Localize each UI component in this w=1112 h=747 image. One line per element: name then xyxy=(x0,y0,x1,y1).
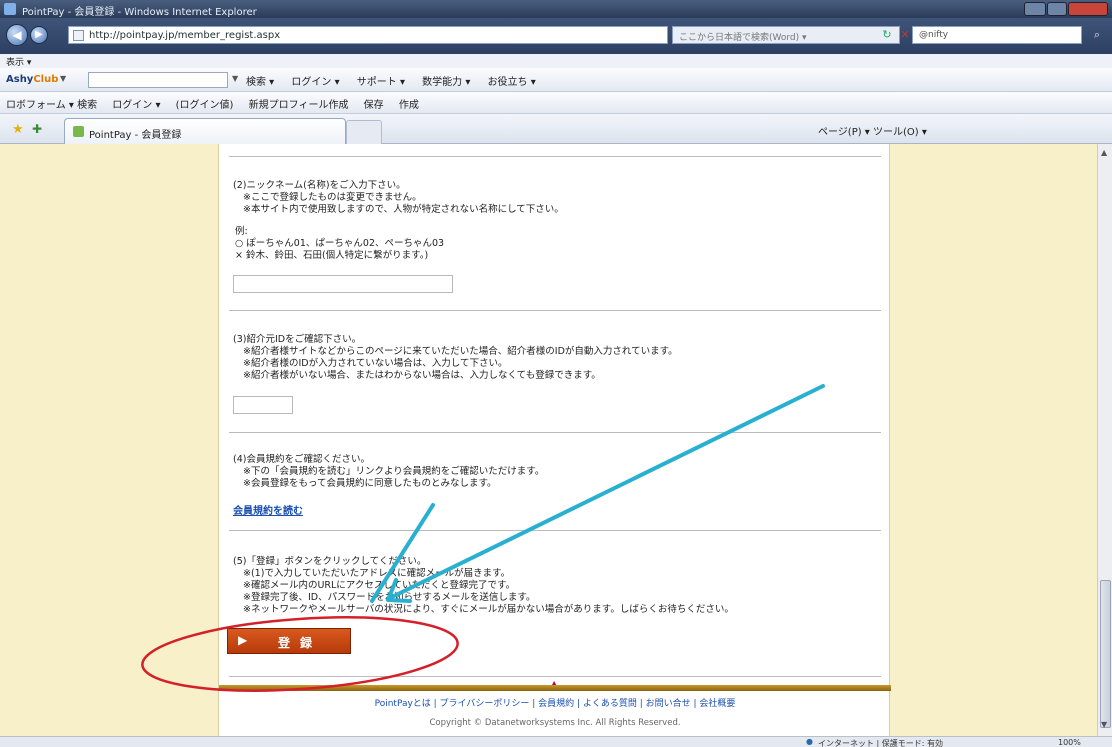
divider xyxy=(229,676,881,677)
footer-bar xyxy=(219,685,891,691)
toolbar2-item[interactable]: ログイン ▾ xyxy=(112,96,160,111)
terms-section: (4)会員規約をご確認ください。 ※下の「会員規約を読む」リンクより会員規約をご… xyxy=(233,454,544,490)
referrer-section: (3)紹介元IDをご確認下さい。 ※紹介者様サイトなどからこのページに来ていただ… xyxy=(233,334,678,382)
section-note: ※下の「会員規約を読む」リンクより会員規約をご確認いただけます。 xyxy=(243,466,545,477)
scroll-down-icon[interactable]: ▼ xyxy=(1101,720,1107,729)
nickname-section: (2)ニックネーム(名称)をご入力下さい。 ※ここで登録したものは変更できません… xyxy=(233,180,564,262)
search-icon[interactable]: ⌕ xyxy=(1086,26,1108,44)
scroll-up-icon[interactable]: ▲ xyxy=(1101,148,1107,157)
page-icon xyxy=(73,30,84,41)
address-bar[interactable]: http://pointpay.jp/member_regist.aspx xyxy=(68,26,668,44)
copyright-text: Copyright © Datanetworksystems Inc. All … xyxy=(429,718,681,728)
section-heading: (5)「登録」ボタンをクリックしてください。 xyxy=(233,556,427,567)
read-terms-link[interactable]: 会員規約を読む xyxy=(233,502,303,517)
ie-icon xyxy=(4,3,16,15)
toolbar2-item[interactable]: 新規プロフィール作成 xyxy=(249,96,349,111)
section-note: ※紹介者様サイトなどからこのページに来ていただいた場合、紹介者様のIDが自動入力… xyxy=(243,346,678,357)
section-note: ※紹介者様がいない場合、またはわからない場合は、入力しなくても登録できます。 xyxy=(243,370,601,381)
divider xyxy=(229,530,881,531)
roboform-toolbar: ロボフォーム ▾ 検索 ログイン ▾ (ログイン値) 新規プロフィール作成 保存… xyxy=(0,92,1112,114)
toolbar2-item[interactable]: 作成 xyxy=(399,96,419,111)
section-note: ※(1)で入力していただいたアドレスに確認メールが届きます。 xyxy=(243,568,511,579)
register-button[interactable]: ▶ 登録 xyxy=(227,628,351,654)
vertical-scrollbar[interactable]: ▲ ▼ xyxy=(1097,144,1112,736)
register-button-label: 登録 xyxy=(278,636,323,650)
section-note: ※紹介者様のIDが入力されていない場合は、入力して下さい。 xyxy=(243,358,508,369)
toolbar2-item[interactable]: (ログイン値) xyxy=(176,96,234,111)
toolbar1-item[interactable]: 検索 ▾ xyxy=(246,73,274,88)
window-title: PointPay - 会員登録 - Windows Internet Explo… xyxy=(22,7,257,18)
toolbar2-item[interactable]: ロボフォーム ▾ 検索 xyxy=(6,96,97,111)
address-row: ◀ ▶ http://pointpay.jp/member_regist.asp… xyxy=(0,18,1112,54)
section-note: ※会員登録をもって会員規約に同意したものとみなします。 xyxy=(243,478,497,489)
section-note: ※ここで登録したものは変更できません。 xyxy=(243,192,422,203)
toolbar2-items: ロボフォーム ▾ 検索 ログイン ▾ (ログイン値) 新規プロフィール作成 保存… xyxy=(6,96,431,111)
forward-button[interactable]: ▶ xyxy=(30,26,48,44)
search-value: @nifty xyxy=(919,30,949,40)
divider xyxy=(229,310,881,311)
tab-label: PointPay - 会員登録 xyxy=(89,130,182,141)
new-tab-button[interactable] xyxy=(346,120,382,144)
toolbar1-item[interactable]: ログイン ▾ xyxy=(291,73,339,88)
stop-icon[interactable]: ✕ xyxy=(898,28,912,42)
command-bar[interactable]: ページ(P) ▾ ツール(O) ▾ xyxy=(818,123,927,138)
url-text: http://pointpay.jp/member_regist.aspx xyxy=(89,30,281,41)
keyword-placeholder: ここから日本語で検索(Word) ▾ xyxy=(679,33,807,43)
keyword-search-box[interactable]: ここから日本語で検索(Word) ▾ xyxy=(672,26,900,44)
status-bar: ● インターネット | 保護モード: 有効 100% xyxy=(0,736,1112,747)
play-arrow-icon: ▶ xyxy=(238,633,248,647)
nickname-input[interactable] xyxy=(233,275,453,293)
divider xyxy=(229,432,881,433)
section-heading: (3)紹介元IDをご確認下さい。 xyxy=(233,334,362,345)
ashy-club-toolbar: AshyClub ▼ ▼ 検索 ▾ ログイン ▾ サポート ▾ 数学能力 ▾ お… xyxy=(0,68,1112,92)
minimize-button[interactable] xyxy=(1024,2,1046,16)
maximize-button[interactable] xyxy=(1047,2,1067,16)
referrer-id-input[interactable] xyxy=(233,396,293,414)
tab-row: ★ ✚ PointPay - 会員登録 ページ(P) ▾ ツール(O) ▾ xyxy=(0,114,1112,144)
view-menu[interactable]: 表示 ▾ xyxy=(6,55,31,68)
tab-pointpay[interactable]: PointPay - 会員登録 xyxy=(64,118,346,144)
section-note: ※確認メール内のURLにアクセスしていただくと登録完了です。 xyxy=(243,580,516,591)
toolbar-search-input[interactable] xyxy=(88,72,228,88)
site-icon xyxy=(73,126,84,137)
back-button[interactable]: ◀ xyxy=(6,24,28,46)
favorites-star-icon[interactable]: ★ xyxy=(12,122,24,137)
search-input[interactable]: @nifty xyxy=(912,26,1082,44)
footer-links[interactable]: PointPayとは | プライバシーポリシー | 会員規約 | よくある質問 … xyxy=(219,696,891,709)
section-note: ※登録完了後、ID、パスワードをお知らせするメールを送信します。 xyxy=(243,592,536,603)
section-note: ※本サイト内で使用致しますので、人物が特定されない名称にして下さい。 xyxy=(243,204,564,215)
page-viewport: (2)ニックネーム(名称)をご入力下さい。 ※ここで登録したものは変更できません… xyxy=(0,144,1097,736)
globe-icon: ● xyxy=(806,737,813,746)
section-note: ※ネットワークやメールサーバの状況により、すぐにメールが届かない場合があります。… xyxy=(243,604,734,615)
menu-bar: 表示 ▾ xyxy=(0,54,1112,68)
zoom-level[interactable]: 100% xyxy=(1058,738,1081,747)
divider xyxy=(229,156,881,157)
chevron-down-icon[interactable]: ▼ xyxy=(232,74,238,83)
example-ok: ○ ぽーちゃん01、ぱーちゃん02、ペーちゃん03 xyxy=(235,238,445,249)
example-label: 例: xyxy=(235,226,248,237)
toolbar2-item[interactable]: 保存 xyxy=(364,96,384,111)
toolbar1-item[interactable]: サポート ▾ xyxy=(357,73,405,88)
toolbar1-item[interactable]: 数学能力 ▾ xyxy=(422,73,470,88)
close-button[interactable] xyxy=(1068,2,1108,16)
section-heading: (4)会員規約をご確認ください。 xyxy=(233,454,370,465)
security-zone: インターネット | 保護モード: 有効 xyxy=(818,739,944,747)
registration-form: (2)ニックネーム(名称)をご入力下さい。 ※ここで登録したものは変更できません… xyxy=(218,144,891,736)
add-favorites-icon[interactable]: ✚ xyxy=(32,122,42,136)
refresh-icon[interactable]: ↻ xyxy=(880,28,894,42)
toolbar1-item[interactable]: お役立ち ▾ xyxy=(488,73,536,88)
section-heading: (2)ニックネーム(名称)をご入力下さい。 xyxy=(233,180,406,191)
ashy-club-logo[interactable]: AshyClub xyxy=(6,74,58,85)
submit-section: (5)「登録」ボタンをクリックしてください。 ※(1)で入力していただいたアドレ… xyxy=(233,556,734,616)
toolbar1-items: 検索 ▾ ログイン ▾ サポート ▾ 数学能力 ▾ お役立ち ▾ xyxy=(246,73,550,88)
scroll-thumb[interactable] xyxy=(1100,580,1111,728)
example-ng: × 鈴木、鈴田、石田(個人特定に繋がります。) xyxy=(235,250,429,261)
window-title-bar: PointPay - 会員登録 - Windows Internet Explo… xyxy=(0,0,1112,18)
chevron-down-icon[interactable]: ▼ xyxy=(60,74,66,83)
